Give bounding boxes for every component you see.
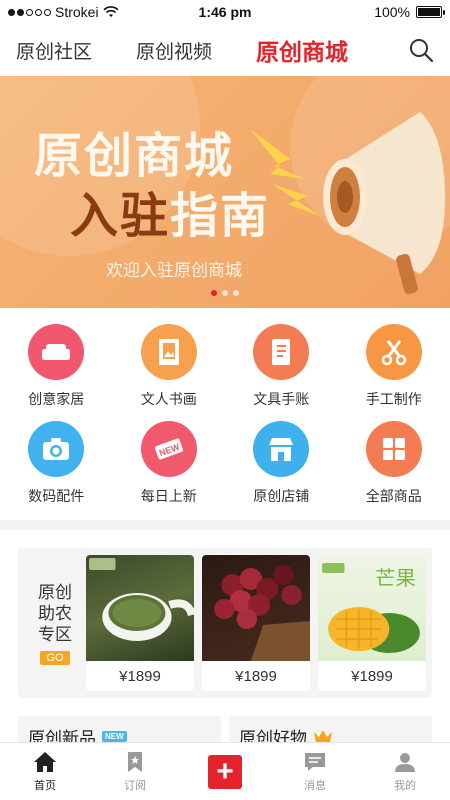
grid-icon xyxy=(365,421,422,477)
sofa-icon xyxy=(28,324,85,380)
tab-messages[interactable]: 消息 xyxy=(270,743,360,800)
carrier-name: Strokei xyxy=(55,4,99,20)
pager-dot xyxy=(233,290,239,296)
farm-support-zone: 原创助农专区 GO ¥1899 ¥1899 芒果 ¥1899 xyxy=(18,548,432,698)
banner-title-line2: 入驻指南 xyxy=(70,190,271,243)
category-grid: 创意家居 文人书画 文具手账 手工制作 数码配件 NEW 每日上新 原创店铺 全… xyxy=(0,308,450,512)
battery-percent: 100% xyxy=(374,4,410,20)
scissors-icon xyxy=(365,324,422,380)
category-daily-new[interactable]: NEW 每日上新 xyxy=(113,421,226,506)
banner-pager xyxy=(0,290,450,296)
camera-icon xyxy=(28,421,85,477)
category-handmade[interactable]: 手工制作 xyxy=(338,324,450,409)
wifi-icon xyxy=(103,6,119,17)
top-nav: 原创社区 原创视频 原创商城 xyxy=(0,24,450,76)
tab-publish[interactable]: + xyxy=(180,743,270,800)
farm-zone-title: 原创助农专区 xyxy=(38,582,72,644)
go-button[interactable]: GO xyxy=(40,650,70,665)
pager-dot xyxy=(222,290,228,296)
painting-icon xyxy=(140,324,197,380)
category-stores[interactable]: 原创店铺 xyxy=(225,421,338,506)
category-all[interactable]: 全部商品 xyxy=(338,421,450,506)
profile-icon xyxy=(395,753,415,772)
home-icon xyxy=(34,752,56,772)
status-bar: Strokei 1:46 pm 100% xyxy=(0,0,450,24)
megaphone-icon xyxy=(250,112,445,294)
banner-subtitle: 欢迎入驻原创商城 xyxy=(106,261,242,280)
tab-community[interactable]: 原创社区 xyxy=(16,37,92,64)
product-card[interactable]: ¥1899 xyxy=(86,555,194,691)
product-image-grapes xyxy=(202,555,310,661)
product-image-tea xyxy=(86,555,194,661)
tab-home[interactable]: 首页 xyxy=(0,743,90,800)
carrier-signal: Strokei xyxy=(8,4,119,20)
pager-dot xyxy=(211,290,217,296)
notebook-icon xyxy=(253,324,310,380)
section-divider xyxy=(0,520,450,530)
plus-icon: + xyxy=(208,754,242,789)
message-icon xyxy=(305,753,325,771)
tab-profile[interactable]: 我的 xyxy=(360,743,450,800)
product-price: ¥1899 xyxy=(119,667,161,685)
product-card[interactable]: 芒果 ¥1899 xyxy=(318,555,426,691)
battery-icon xyxy=(416,6,445,18)
tab-video[interactable]: 原创视频 xyxy=(136,37,212,64)
search-icon[interactable] xyxy=(408,37,434,63)
product-price: ¥1899 xyxy=(235,667,277,685)
signal-icon xyxy=(8,8,51,16)
tab-subscribe[interactable]: 订阅 xyxy=(90,743,180,800)
product-price: ¥1899 xyxy=(351,667,393,685)
new-tag-icon: NEW xyxy=(140,421,197,477)
category-stationery[interactable]: 文具手账 xyxy=(225,324,338,409)
tab-mall[interactable]: 原创商城 xyxy=(256,33,348,67)
product-card[interactable]: ¥1899 xyxy=(202,555,310,691)
category-creative-home[interactable]: 创意家居 xyxy=(0,324,113,409)
svg-text:芒果: 芒果 xyxy=(375,566,416,590)
bottom-tab-bar: 首页 订阅 + 消息 我的 xyxy=(0,742,450,800)
category-digital[interactable]: 数码配件 xyxy=(0,421,113,506)
bookmark-icon xyxy=(128,752,142,772)
promo-banner[interactable]: 原创商城 入驻指南 欢迎入驻原创商城 xyxy=(0,76,450,308)
new-badge: NEW xyxy=(102,730,127,742)
farm-zone-header[interactable]: 原创助农专区 GO xyxy=(24,582,86,665)
store-icon xyxy=(253,421,310,477)
product-image-mango: 芒果 xyxy=(318,555,426,661)
category-painting[interactable]: 文人书画 xyxy=(113,324,226,409)
